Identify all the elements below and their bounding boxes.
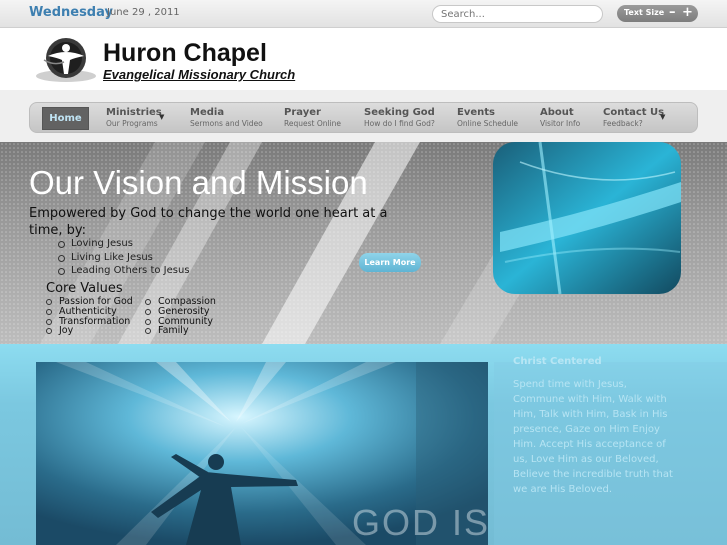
- mission-list: Loving Jesus Living Like Jesus Leading O…: [58, 238, 190, 279]
- text-size-control: Text Size – +: [617, 5, 698, 22]
- worship-photo[interactable]: GOD IS: [36, 362, 488, 545]
- image-overlay-text: GOD IS: [352, 502, 488, 543]
- nav-item-label: Prayer: [284, 107, 321, 118]
- site-subtitle: Evangelical Missionary Church: [103, 67, 296, 82]
- day-label: Wednesday: [29, 5, 113, 20]
- site-header: Huron Chapel Evangelical Missionary Chur…: [0, 28, 727, 90]
- church-logo-icon[interactable]: [34, 36, 98, 84]
- christ-centered-title: Christ Centered: [513, 356, 602, 367]
- nav-item-seeking-god[interactable]: Seeking God How do I find God?: [364, 107, 435, 128]
- nav-item-label: About: [540, 107, 574, 118]
- nav-item-media[interactable]: Media Sermons and Video: [190, 107, 263, 128]
- hero-title: Our Vision and Mission: [29, 164, 368, 201]
- nav-item-label: Media: [190, 107, 225, 118]
- nav-item-sublabel: Our Programs: [106, 119, 158, 128]
- list-item: Leading Others to Jesus: [58, 265, 190, 279]
- learn-more-button[interactable]: Learn More: [359, 253, 421, 272]
- text-size-decrease-button[interactable]: –: [669, 5, 676, 20]
- nav-item-about[interactable]: About Visitor Info: [540, 107, 580, 128]
- hero-banner: Our Vision and Mission Empowered by God …: [0, 142, 727, 344]
- list-item: Family: [145, 326, 216, 336]
- core-values-list-2: Compassion Generosity Community Family: [145, 297, 216, 336]
- nav-item-label: Contact Us: [603, 107, 665, 118]
- text-size-increase-button[interactable]: +: [682, 5, 693, 20]
- nav-item-sublabel: Feedback?: [603, 119, 643, 128]
- chevron-down-icon[interactable]: ▼: [159, 113, 164, 121]
- text-size-label: Text Size: [624, 8, 665, 17]
- nav-item-sublabel: Online Schedule: [457, 119, 519, 128]
- nav-item-label: Seeking God: [364, 107, 435, 118]
- nav-item-label: Ministries: [106, 107, 162, 118]
- hero-lead: Empowered by God to change the world one…: [29, 206, 388, 238]
- nav-item-contact-us[interactable]: Contact Us Feedback?: [603, 107, 664, 128]
- site-title: Huron Chapel: [103, 39, 267, 67]
- top-bar: Wednesday June 29 , 2011 Text Size – +: [0, 0, 727, 28]
- nav-item-prayer[interactable]: Prayer Request Online: [284, 107, 341, 128]
- list-item: Loving Jesus: [58, 238, 190, 252]
- list-item: Living Like Jesus: [58, 252, 190, 266]
- nav-item-sublabel: How do I find God?: [364, 119, 435, 128]
- christ-centered-text: Spend time with Jesus, Commune with Him,…: [513, 379, 673, 495]
- search-input[interactable]: [432, 5, 603, 23]
- nav-item-label: Events: [457, 107, 495, 118]
- nav-item-sublabel: Visitor Info: [540, 119, 581, 128]
- nav-home[interactable]: Home: [42, 107, 89, 130]
- nav-item-events[interactable]: Events Online Schedule: [457, 107, 518, 128]
- main-nav: Home Ministries Our Programs ▼ Media Ser…: [29, 102, 698, 133]
- core-values-title: Core Values: [46, 281, 123, 296]
- date-label: June 29 , 2011: [107, 7, 180, 18]
- nav-item-sublabel: Request Online: [284, 119, 342, 128]
- chevron-down-icon[interactable]: ▼: [660, 113, 665, 121]
- list-item: Joy: [46, 326, 133, 336]
- nav-wrapper: Home Ministries Our Programs ▼ Media Ser…: [0, 90, 727, 142]
- feature-section: GOD IS Christ Centered Spend time with J…: [0, 344, 727, 545]
- core-values-list-1: Passion for God Authenticity Transformat…: [46, 297, 133, 336]
- nav-item-ministries[interactable]: Ministries Our Programs: [106, 107, 162, 128]
- nav-item-sublabel: Sermons and Video: [190, 119, 263, 128]
